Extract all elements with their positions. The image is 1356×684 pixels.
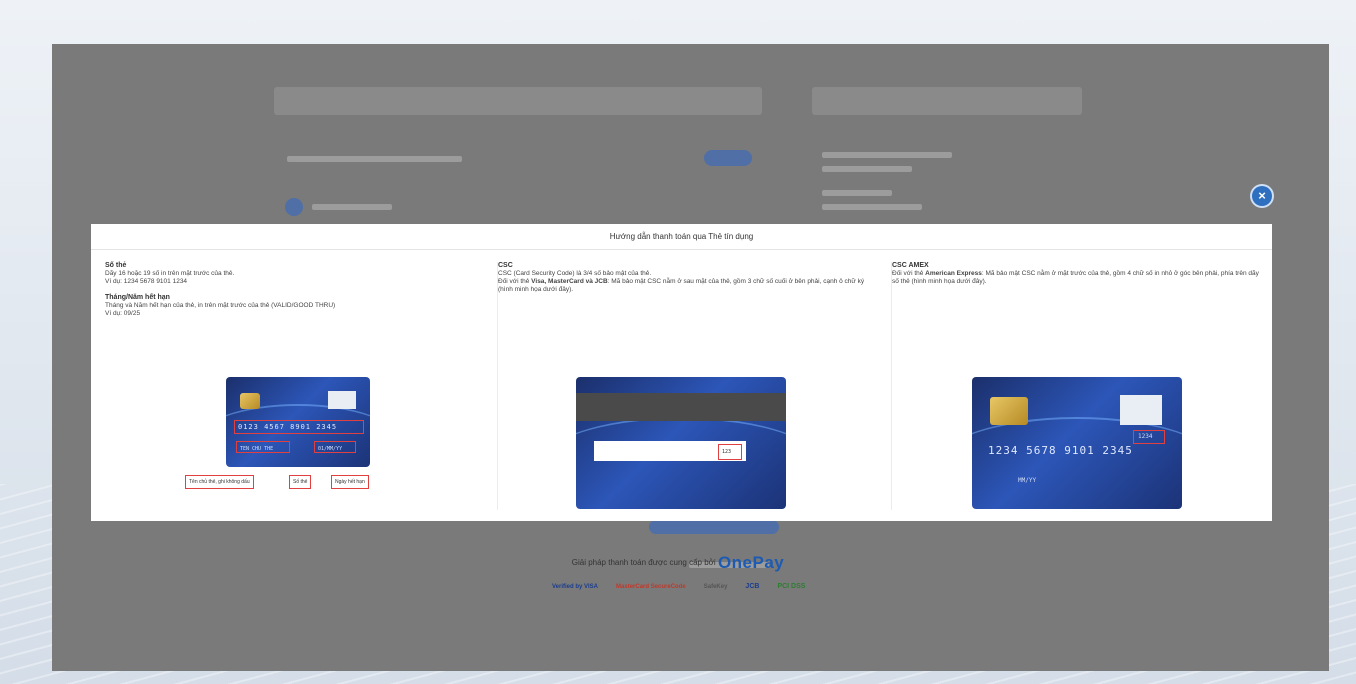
blurred-radio (285, 198, 303, 216)
csc-amex-text: Đối với thẻ American Express: Mã bảo mật… (892, 270, 1266, 286)
csc-value-display: 123 (722, 449, 732, 455)
expiry-text: Tháng và Năm hết hạn của thẻ, in trên mặ… (105, 302, 336, 309)
blurred-button (704, 150, 752, 166)
expiry-highlight (314, 441, 356, 453)
csc-amex-brand: American Express (925, 270, 982, 277)
number-highlight (234, 420, 364, 434)
expiry-heading: Tháng/Năm hết hạn (105, 294, 170, 301)
card-front-illustration: 0123 4567 8901 2345 TEN CHU THE 01/MM/YY (226, 377, 370, 467)
csc-amex-prefix: Đối với thẻ (892, 270, 926, 277)
verified-by-visa-logo: Verified by VISA (552, 583, 599, 590)
blurred-text (312, 204, 392, 210)
card-swirl (226, 404, 370, 467)
pci-dss-logo: PCI DSS (777, 583, 806, 590)
csc-card-brands: Visa, MasterCard và JCB (531, 278, 608, 285)
card-number-heading: Số thẻ (105, 262, 127, 269)
blurred-form-field (274, 87, 762, 115)
modal-title: Hướng dẫn thanh toán qua Thẻ tín dụng (91, 224, 1272, 250)
amex-card-illustration: 1234 1234 5678 9101 2345 MM/YY (972, 377, 1182, 509)
blurred-order-box (812, 87, 1082, 115)
csc-amex-guide: CSC AMEX Đối với thẻ American Express: M… (891, 262, 1266, 510)
onepay-logo: OnePay (717, 553, 785, 572)
card-number-guide: Số thẻ Dãy 16 hoặc 19 số in trên mặt trư… (105, 262, 479, 510)
name-highlight (236, 441, 290, 453)
blurred-text (287, 156, 462, 162)
card-number-example: Ví dụ: 1234 5678 9101 1234 (105, 278, 188, 285)
chip-icon (990, 397, 1028, 425)
amex-csc-highlight (1133, 430, 1165, 444)
csc-detail: Đối với thẻ Visa, MasterCard và JCB: Mã … (498, 278, 874, 294)
blurred-text (822, 166, 912, 172)
hologram-icon (328, 391, 356, 409)
security-logos: Verified by VISA MasterCard SecureCode S… (552, 583, 805, 590)
csc-detail-prefix: Đối với thẻ (498, 278, 532, 285)
magnetic-stripe (576, 393, 786, 421)
csc-text: CSC (Card Security Code) là 3/4 số bảo m… (498, 270, 652, 277)
safekey-logo: SafeKey (703, 583, 728, 590)
blurred-text (822, 190, 892, 196)
card-swirl (576, 416, 786, 509)
legend-card-name: Tên chủ thẻ, ghi không dấu (185, 475, 254, 489)
mastercard-securecode-logo: MasterCard SecureCode (616, 583, 686, 590)
blurred-text (822, 152, 952, 158)
amex-expiry-display: MM/YY (1018, 477, 1037, 484)
chip-icon (240, 393, 260, 409)
csc-heading: CSC (498, 262, 513, 269)
blurred-submit-button (649, 520, 779, 534)
hologram-icon (1120, 395, 1162, 425)
legend-expiry: Ngày hết hạn (331, 475, 369, 489)
blurred-text (822, 204, 922, 210)
provider-text: Giải pháp thanh toán được cung cấp bởi (571, 558, 716, 568)
payment-provider-footer: Giải pháp thanh toán được cung cấp bởi O… (0, 553, 1356, 573)
expiry-example: Ví dụ: 09/25 (105, 310, 141, 317)
jcb-logo: JCB (745, 583, 760, 590)
amex-card-number-display: 1234 5678 9101 2345 (988, 444, 1133, 457)
close-icon[interactable]: × (1252, 186, 1272, 206)
legend-card-number: Số thẻ (289, 475, 312, 489)
csc-amex-heading: CSC AMEX (892, 262, 929, 269)
card-number-text: Dãy 16 hoặc 19 số in trên mặt trước của … (105, 270, 235, 277)
csc-guide: CSC CSC (Card Security Code) là 3/4 số b… (497, 262, 874, 510)
card-back-illustration: 123 (576, 377, 786, 509)
credit-card-guide-modal: Hướng dẫn thanh toán qua Thẻ tín dụng Số… (91, 224, 1272, 521)
